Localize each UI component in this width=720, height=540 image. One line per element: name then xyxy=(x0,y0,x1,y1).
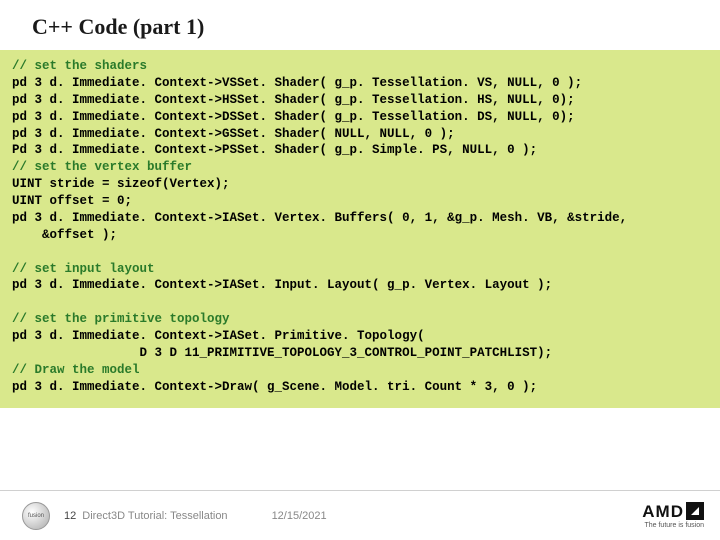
code-line: pd 3 d. Immediate. Context->IASet. Verte… xyxy=(12,210,708,227)
code-line: UINT stride = sizeof(Vertex); xyxy=(12,176,708,193)
amd-tagline: The future is fusion xyxy=(644,522,704,529)
amd-logo-block: AMD The future is fusion xyxy=(642,502,704,529)
code-line: D 3 D 11_PRIMITIVE_TOPOLOGY_3_CONTROL_PO… xyxy=(12,345,708,362)
code-line: pd 3 d. Immediate. Context->VSSet. Shade… xyxy=(12,75,708,92)
code-block: // set the shaderspd 3 d. Immediate. Con… xyxy=(0,50,720,408)
code-comment: // set the shaders xyxy=(12,58,708,75)
code-line: pd 3 d. Immediate. Context->IASet. Input… xyxy=(12,277,708,294)
code-line: UINT offset = 0; xyxy=(12,193,708,210)
code-line: pd 3 d. Immediate. Context->GSSet. Shade… xyxy=(12,126,708,143)
fusion-badge-icon: fusion xyxy=(22,502,50,530)
slide-date: 12/15/2021 xyxy=(272,510,327,522)
code-line: pd 3 d. Immediate. Context->IASet. Primi… xyxy=(12,328,708,345)
code-blank xyxy=(12,294,708,311)
code-comment: // Draw the model xyxy=(12,362,708,379)
code-blank xyxy=(12,244,708,261)
slide-footer: fusion 12 Direct3D Tutorial: Tessellatio… xyxy=(0,490,720,540)
amd-arrow-icon xyxy=(686,502,704,520)
code-line: &offset ); xyxy=(12,227,708,244)
code-line: pd 3 d. Immediate. Context->DSSet. Shade… xyxy=(12,109,708,126)
page-number: 12 xyxy=(64,510,76,522)
code-comment: // set input layout xyxy=(12,261,708,278)
code-line: Pd 3 d. Immediate. Context->PSSet. Shade… xyxy=(12,142,708,159)
code-comment: // set the primitive topology xyxy=(12,311,708,328)
code-line: pd 3 d. Immediate. Context->HSSet. Shade… xyxy=(12,92,708,109)
slide-title: C++ Code (part 1) xyxy=(0,0,720,50)
code-line: pd 3 d. Immediate. Context->Draw( g_Scen… xyxy=(12,379,708,396)
amd-logo-text: AMD xyxy=(642,503,684,520)
tutorial-name: Direct3D Tutorial: Tessellation xyxy=(82,510,227,522)
code-comment: // set the vertex buffer xyxy=(12,159,708,176)
